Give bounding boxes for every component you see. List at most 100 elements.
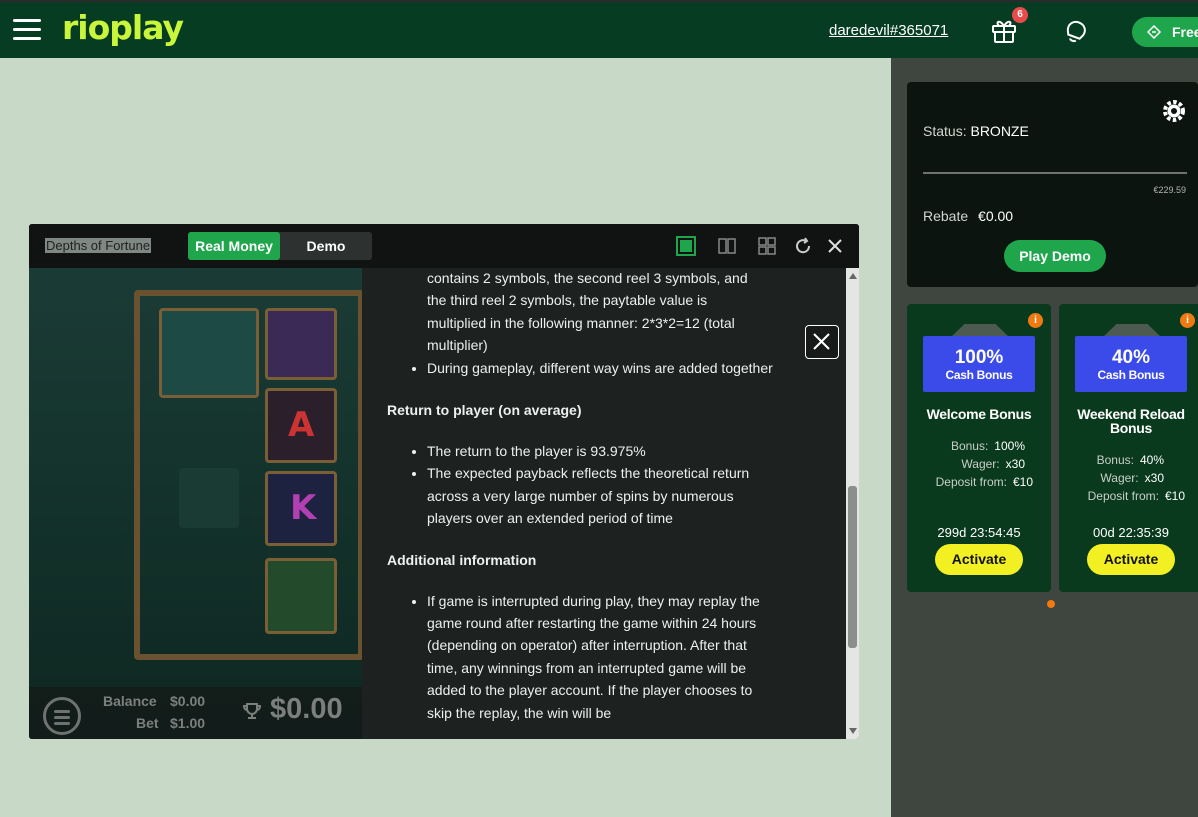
close-paytable-button[interactable] bbox=[805, 325, 839, 359]
paytable-bullet: If game is interrupted during play, they… bbox=[427, 590, 777, 724]
additional-info-heading: Additional information bbox=[387, 551, 537, 568]
demo-tab[interactable]: Demo bbox=[280, 232, 372, 260]
rioplay-logo[interactable]: rioplay bbox=[62, 8, 184, 47]
close-icon[interactable] bbox=[825, 236, 845, 256]
bet-value: $1.00 bbox=[170, 715, 206, 731]
bonus-value: 100% bbox=[994, 439, 1025, 453]
deposit-row: Deposit from: €10 bbox=[1088, 489, 1185, 503]
activate-button[interactable]: Activate bbox=[1087, 544, 1175, 575]
deposit-value: €10 bbox=[1164, 489, 1185, 503]
progress-amount: €229.59 bbox=[1153, 185, 1186, 195]
username-link[interactable]: daredevil#365071 bbox=[829, 22, 948, 39]
close-icon bbox=[813, 333, 830, 350]
status-card: Status: BRONZE €229.59 Rebate €0.00 Play… bbox=[907, 82, 1198, 287]
scroll-down-arrow-icon[interactable] bbox=[849, 728, 857, 734]
menu-icon[interactable] bbox=[13, 19, 41, 41]
game-hud: Balance $0.00 Bet $1.00 $0.00 bbox=[29, 687, 362, 739]
badge-percent: 100% bbox=[954, 347, 1004, 368]
mode-toggle: Real Money Demo bbox=[188, 232, 372, 260]
paytable-panel[interactable]: contains 2 symbols, the second reel 3 sy… bbox=[362, 268, 846, 739]
reel-cell-wild bbox=[179, 468, 239, 528]
free-spins-button[interactable]: Free bbox=[1132, 17, 1198, 47]
split-view-icon[interactable] bbox=[717, 236, 737, 256]
bonus-badge: 100% Cash Bonus bbox=[923, 336, 1035, 392]
gift-count-badge: 6 bbox=[1012, 7, 1028, 23]
info-icon[interactable]: i bbox=[1028, 313, 1043, 328]
bonus-value: 40% bbox=[1139, 453, 1164, 467]
gear-icon[interactable] bbox=[1162, 99, 1186, 123]
status-label: Status: bbox=[923, 123, 967, 139]
win-amount: $0.00 bbox=[270, 693, 343, 725]
reel-cell bbox=[159, 308, 259, 398]
paytable-bullet: The expected payback reflects the theore… bbox=[427, 462, 777, 529]
scroll-up-arrow-icon[interactable] bbox=[849, 273, 857, 279]
status-progress-bar bbox=[923, 172, 1187, 174]
bet-label: Bet bbox=[136, 715, 159, 731]
bonus-label: Bonus: bbox=[1096, 453, 1134, 467]
single-view-icon[interactable] bbox=[676, 236, 696, 256]
refresh-icon[interactable] bbox=[793, 236, 813, 256]
play-demo-button[interactable]: Play Demo bbox=[1004, 240, 1106, 272]
wager-value: x30 bbox=[1005, 457, 1025, 471]
bonus-card-weekend-reload: i 40% Cash Bonus Weekend Reload Bonus Bo… bbox=[1059, 304, 1198, 592]
countdown-timer: 00d 22:35:39 bbox=[1093, 525, 1169, 540]
bonus-label: Bonus: bbox=[950, 439, 989, 453]
reel-cell-character bbox=[265, 558, 337, 634]
slot-game-canvas[interactable]: A K Balance $0.00 Bet $1.00 $0.00 bbox=[29, 268, 362, 739]
paytable-bullet: During gameplay, different way wins are … bbox=[427, 357, 777, 379]
deposit-value: €10 bbox=[1012, 475, 1033, 489]
paytable-line: contains 2 symbols, the second reel 3 sy… bbox=[427, 270, 748, 286]
badge-percent: 40% bbox=[1111, 347, 1151, 368]
paytable-content: contains 2 symbols, the second reel 3 sy… bbox=[387, 268, 777, 724]
bonus-title: Weekend Reload Bonus bbox=[1077, 406, 1185, 436]
symbol-letter: K bbox=[290, 488, 317, 528]
free-label: Free bbox=[1172, 24, 1198, 40]
wager-label: Wager: bbox=[1100, 471, 1139, 485]
rebate-label: Rebate bbox=[923, 208, 969, 224]
reel-cell: A bbox=[265, 388, 337, 463]
bonus-percent-row: Bonus: 40% bbox=[1097, 453, 1164, 467]
reel-cell: K bbox=[265, 471, 337, 546]
trophy-icon bbox=[242, 703, 262, 719]
status-level: BRONZE bbox=[970, 123, 1029, 139]
badge-subtitle: Cash Bonus bbox=[945, 368, 1013, 382]
info-icon[interactable]: i bbox=[1180, 313, 1195, 328]
top-nav-bar: rioplay daredevil#365071 6 Free bbox=[0, 0, 1198, 58]
deposit-row: Deposit from: €10 bbox=[936, 475, 1033, 489]
bonus-percent-row: Bonus: 100% bbox=[951, 439, 1025, 453]
wager-row: Wager: x30 bbox=[961, 457, 1025, 471]
reel-cell-character bbox=[265, 308, 337, 380]
badge-subtitle: Cash Bonus bbox=[1097, 368, 1165, 382]
balance-label: Balance bbox=[103, 693, 157, 709]
activate-button[interactable]: Activate bbox=[935, 544, 1023, 575]
paytable-line: multiplied in the following manner: 2*3*… bbox=[427, 314, 735, 331]
carousel-dot[interactable] bbox=[1047, 600, 1055, 608]
bonus-title: Welcome Bonus bbox=[926, 406, 1032, 422]
game-toolbar: Depths of Fortune Real Money Demo bbox=[29, 224, 859, 268]
wager-label: Wager: bbox=[961, 457, 1000, 471]
bonus-badge: 40% Cash Bonus bbox=[1075, 336, 1187, 392]
countdown-timer: 299d 23:54:45 bbox=[937, 525, 1021, 540]
paytable-line: multiplier) bbox=[427, 337, 488, 354]
rebate-row: Rebate €0.00 bbox=[923, 208, 1013, 224]
paytable-scrollbar[interactable] bbox=[846, 268, 859, 739]
status-row: Status: BRONZE bbox=[923, 123, 1029, 139]
deposit-label: Deposit from: bbox=[935, 475, 1007, 489]
bonus-card-welcome: i 100% Cash Bonus Welcome Bonus Bonus: 10… bbox=[907, 304, 1051, 592]
paytable-bullet: The return to the player is 93.975% bbox=[427, 440, 777, 462]
spin-icon bbox=[1146, 24, 1162, 40]
rebate-value: €0.00 bbox=[978, 208, 1014, 224]
rtp-heading: Return to player (on average) bbox=[387, 402, 582, 419]
wager-value: x30 bbox=[1144, 471, 1164, 485]
real-money-tab[interactable]: Real Money bbox=[188, 232, 280, 260]
bell-icon[interactable] bbox=[1062, 17, 1090, 45]
wager-row: Wager: x30 bbox=[1100, 471, 1164, 485]
paytable-line: the third reel 2 symbols, the paytable v… bbox=[427, 292, 708, 309]
balance-value: $0.00 bbox=[170, 693, 206, 709]
grid-view-icon[interactable] bbox=[757, 236, 777, 256]
symbol-letter: A bbox=[288, 405, 315, 445]
deposit-label: Deposit from: bbox=[1087, 489, 1159, 503]
game-menu-icon[interactable] bbox=[43, 697, 81, 735]
scroll-thumb[interactable] bbox=[848, 486, 857, 648]
game-title: Depths of Fortune bbox=[45, 238, 152, 253]
